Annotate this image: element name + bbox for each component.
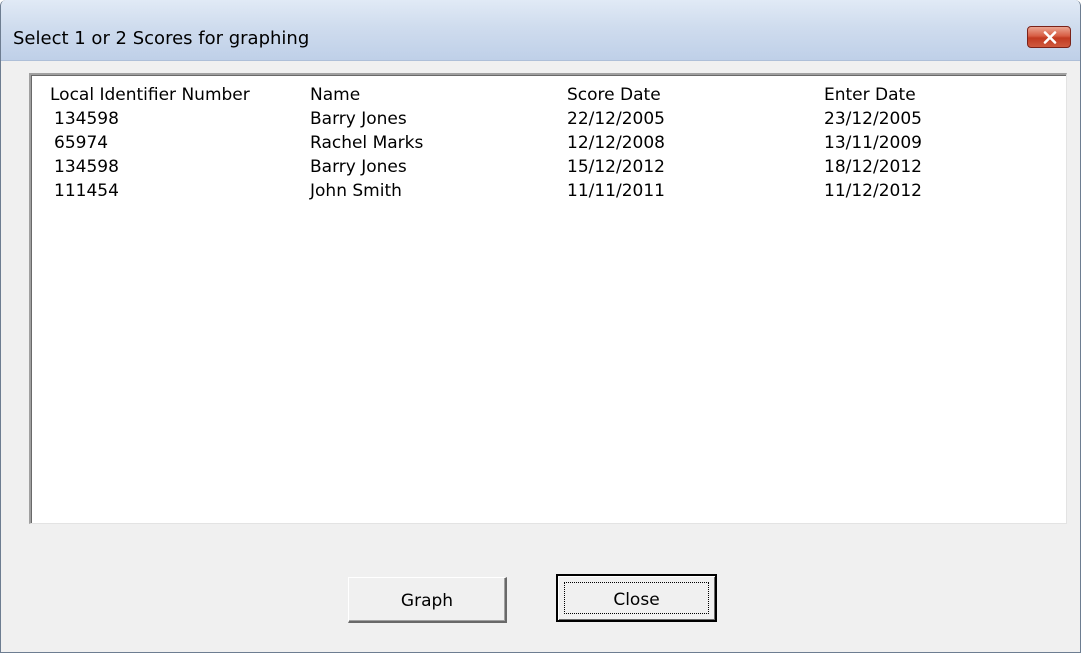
cell-enter-date: 23/12/2005 xyxy=(824,109,922,129)
cell-local-id: 134598 xyxy=(54,109,119,129)
cell-score-date: 11/11/2011 xyxy=(567,181,665,201)
cell-score-date: 12/12/2008 xyxy=(567,133,665,153)
dialog-window: Select 1 or 2 Scores for graphing Local … xyxy=(0,0,1081,653)
header-local-id: Local Identifier Number xyxy=(50,85,250,105)
cell-name: John Smith xyxy=(310,181,402,201)
window-close-button[interactable] xyxy=(1027,26,1071,48)
scores-listbox[interactable]: Local Identifier Number Name Score Date … xyxy=(29,73,1067,524)
graph-button[interactable]: Graph xyxy=(348,577,507,623)
cell-local-id: 134598 xyxy=(54,157,119,177)
list-item[interactable]: 134598 Barry Jones 22/12/2005 23/12/2005 xyxy=(31,107,1066,131)
header-enter-date: Enter Date xyxy=(824,85,916,105)
close-button-label: Close xyxy=(564,582,709,614)
close-button[interactable]: Close xyxy=(556,574,717,622)
close-x-icon xyxy=(1043,31,1057,44)
cell-name: Barry Jones xyxy=(310,109,407,129)
list-header-row: Local Identifier Number Name Score Date … xyxy=(31,83,1066,107)
cell-enter-date: 13/11/2009 xyxy=(824,133,922,153)
window-title: Select 1 or 2 Scores for graphing xyxy=(13,28,310,49)
header-score-date: Score Date xyxy=(567,85,661,105)
title-bar: Select 1 or 2 Scores for graphing xyxy=(1,0,1080,61)
cell-name: Barry Jones xyxy=(310,157,407,177)
list-item[interactable]: 111454 John Smith 11/11/2011 11/12/2012 xyxy=(31,179,1066,203)
header-name: Name xyxy=(310,85,361,105)
cell-local-id: 111454 xyxy=(54,181,119,201)
list-item[interactable]: 65974 Rachel Marks 12/12/2008 13/11/2009 xyxy=(31,131,1066,155)
cell-enter-date: 18/12/2012 xyxy=(824,157,922,177)
cell-name: Rachel Marks xyxy=(310,133,424,153)
cell-score-date: 15/12/2012 xyxy=(567,157,665,177)
cell-score-date: 22/12/2005 xyxy=(567,109,665,129)
cell-local-id: 65974 xyxy=(54,133,109,153)
cell-enter-date: 11/12/2012 xyxy=(824,181,922,201)
list-item[interactable]: 134598 Barry Jones 15/12/2012 18/12/2012 xyxy=(31,155,1066,179)
